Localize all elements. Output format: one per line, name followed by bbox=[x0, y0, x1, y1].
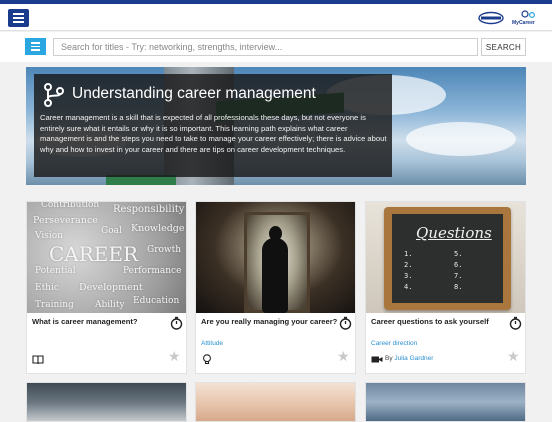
course-card-partial[interactable] bbox=[26, 382, 187, 422]
image-board-line: 3. bbox=[404, 272, 413, 280]
image-word: CAREER bbox=[49, 242, 139, 266]
image-word: Education bbox=[133, 296, 180, 306]
course-card[interactable]: Are you really managing your career? Att… bbox=[195, 201, 356, 374]
image-board-line: 2. bbox=[404, 261, 413, 269]
byline-label: By bbox=[385, 355, 393, 362]
app-header: MyCareer bbox=[0, 4, 552, 31]
timer-icon bbox=[170, 316, 183, 330]
menu-line bbox=[13, 21, 24, 23]
timer-icon bbox=[509, 316, 522, 330]
timer-icon bbox=[339, 316, 352, 330]
course-card[interactable]: Contribution Responsibility Perseverance… bbox=[26, 201, 187, 374]
card-image-man-at-door[interactable] bbox=[196, 202, 355, 313]
menu-line bbox=[31, 42, 40, 44]
image-board-heading: Questions bbox=[416, 224, 492, 242]
image-board-line: 8. bbox=[454, 283, 463, 291]
image-word: Training bbox=[35, 300, 74, 310]
image-word: Responsibility bbox=[113, 204, 185, 215]
filter-menu-button[interactable] bbox=[25, 38, 46, 55]
card-image-chalkboard[interactable]: Questions 1. 2. 3. 4. 5. 6. 7. 8. bbox=[366, 202, 525, 313]
image-word: Goal bbox=[101, 226, 122, 236]
path-branch-icon bbox=[44, 83, 64, 107]
favorite-star-icon[interactable]: ★ bbox=[337, 349, 350, 363]
card-title[interactable]: What is career management? bbox=[32, 317, 164, 326]
author-link[interactable]: Julia Gardner bbox=[394, 355, 433, 362]
favorite-star-icon[interactable]: ★ bbox=[168, 349, 181, 363]
mycareer-logo-label: MyCareer bbox=[512, 20, 535, 26]
search-bar: SEARCH bbox=[0, 32, 552, 62]
image-word: Vision bbox=[35, 231, 63, 241]
menu-line bbox=[13, 13, 24, 15]
video-camera-icon bbox=[371, 356, 383, 363]
image-board-line: 4. bbox=[404, 283, 413, 291]
image-board-line: 5. bbox=[454, 250, 463, 258]
favorite-star-icon[interactable]: ★ bbox=[507, 349, 520, 363]
image-word: Development bbox=[79, 282, 143, 293]
image-board-line: 1. bbox=[404, 250, 413, 258]
hamburger-menu-button[interactable] bbox=[8, 9, 29, 27]
image-board-line: 6. bbox=[454, 261, 463, 269]
card-title[interactable]: Career questions to ask yourself bbox=[371, 317, 503, 326]
card-category-link[interactable]: Attitude bbox=[201, 340, 223, 347]
partner-logo-icon[interactable] bbox=[478, 11, 504, 25]
search-button[interactable]: SEARCH bbox=[481, 38, 526, 56]
course-card-partial[interactable] bbox=[365, 382, 526, 422]
image-board-line: 7. bbox=[454, 272, 463, 280]
book-icon bbox=[32, 355, 44, 365]
image-word: Ability bbox=[95, 300, 125, 310]
hero-description: Career management is a skill that is exp… bbox=[40, 113, 387, 154]
menu-line bbox=[31, 45, 40, 48]
image-word: Contribution bbox=[41, 202, 100, 210]
search-input[interactable] bbox=[53, 38, 478, 56]
course-card[interactable]: Questions 1. 2. 3. 4. 5. 6. 7. 8. Career… bbox=[365, 201, 526, 374]
image-word: Potential bbox=[35, 266, 76, 276]
menu-line bbox=[31, 49, 40, 51]
card-category-link[interactable]: Career direction bbox=[371, 340, 417, 347]
card-title[interactable]: Are you really managing your career? bbox=[201, 317, 337, 326]
course-card-partial[interactable] bbox=[195, 382, 356, 422]
image-word: Perseverance bbox=[33, 215, 98, 226]
hero-title[interactable]: Understanding career management bbox=[72, 85, 316, 103]
image-figure bbox=[262, 238, 288, 313]
card-image-career-words[interactable]: Contribution Responsibility Perseverance… bbox=[27, 202, 186, 313]
menu-line bbox=[13, 17, 24, 19]
image-word: Ethic bbox=[35, 283, 59, 293]
image-word: Performance bbox=[123, 266, 182, 276]
image-word: Growth bbox=[147, 245, 182, 255]
lightbulb-icon bbox=[203, 354, 211, 365]
hero-cloud bbox=[406, 122, 516, 156]
card-byline: By Julia Gardner bbox=[385, 355, 433, 362]
image-word: Knowledge bbox=[131, 223, 185, 234]
